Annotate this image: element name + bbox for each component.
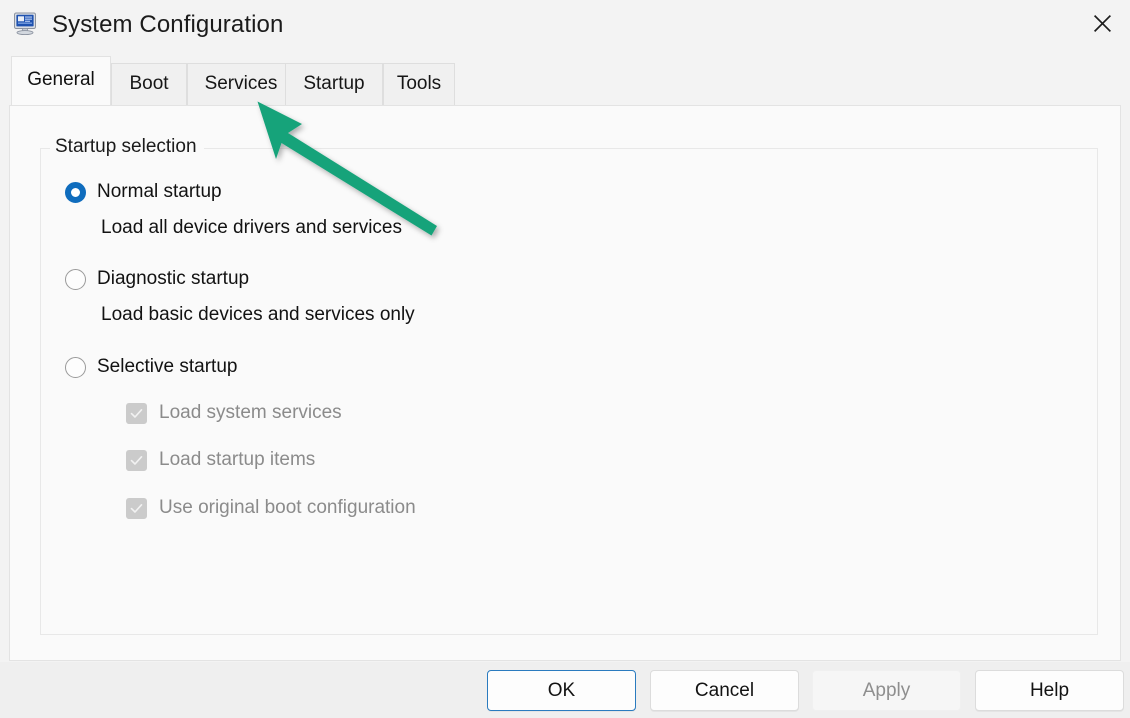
checkbox-load-startup-items[interactable]: Load startup items [126,449,315,471]
close-icon[interactable] [1074,0,1130,46]
computer-monitor-icon [12,10,40,38]
tab-panel-wrapper: Startup selection Normal startup Load al… [0,105,1130,712]
help-button[interactable]: Help [975,670,1124,711]
diagnostic-startup-description: Load basic devices and services only [101,304,415,325]
radio-selective-startup-label: Selective startup [97,356,238,377]
help-button-label: Help [1029,679,1070,701]
tab-boot[interactable]: Boot [111,63,187,105]
tab-general-active[interactable]: General [11,56,111,105]
tab-tools-label: Tools [396,72,442,94]
checkbox-use-original-boot-configuration-label: Use original boot configuration [159,497,416,518]
cancel-button-label: Cancel [694,679,755,701]
title-bar: System Configuration [0,0,1130,49]
radio-normal-startup-indicator [65,181,86,203]
checkbox-use-original-boot-configuration[interactable]: Use original boot configuration [126,497,416,519]
tab-boot-label: Boot [129,72,169,94]
checkbox-load-system-services-label: Load system services [159,402,342,423]
startup-selection-group: Startup selection Normal startup Load al… [40,136,1098,635]
normal-startup-description: Load all device drivers and services [101,217,402,238]
radio-diagnostic-startup[interactable]: Diagnostic startup [65,268,249,290]
system-configuration-window: System Configuration General Boot Servic… [0,0,1130,718]
tab-services-label: Services [204,72,278,94]
checkbox-load-system-services-box [126,402,147,424]
radio-diagnostic-startup-label: Diagnostic startup [97,268,250,289]
tab-general-active-label: General [27,69,95,90]
tab-services[interactable]: Services [187,63,295,105]
checkbox-use-original-boot-configuration-box [126,497,147,519]
general-tab-panel: Startup selection Normal startup Load al… [9,105,1121,661]
checkbox-load-startup-items-box [126,449,147,471]
tab-strip: General Boot Services Startup Tools Gene… [0,49,1130,105]
radio-selective-startup[interactable]: Selective startup [65,356,237,378]
tab-tools[interactable]: Tools [383,63,455,105]
radio-normal-startup-label: Normal startup [97,181,222,202]
startup-selection-legend: Startup selection [50,136,204,158]
apply-button-label: Apply [862,679,911,701]
ok-button-label: OK [547,679,576,701]
checkbox-load-system-services[interactable]: Load system services [126,402,342,424]
radio-normal-startup[interactable]: Normal startup [65,181,222,203]
radio-selective-startup-indicator [65,356,86,378]
apply-button: Apply [812,670,961,711]
tab-startup[interactable]: Startup [285,63,383,105]
ok-button[interactable]: OK [487,670,636,711]
checkbox-load-startup-items-label: Load startup items [159,449,316,470]
radio-diagnostic-startup-indicator [65,268,86,290]
window-title: System Configuration [52,10,284,38]
cancel-button[interactable]: Cancel [650,670,799,711]
tab-startup-label: Startup [303,72,365,94]
dialog-footer: OK Cancel Apply Help [0,662,1130,718]
